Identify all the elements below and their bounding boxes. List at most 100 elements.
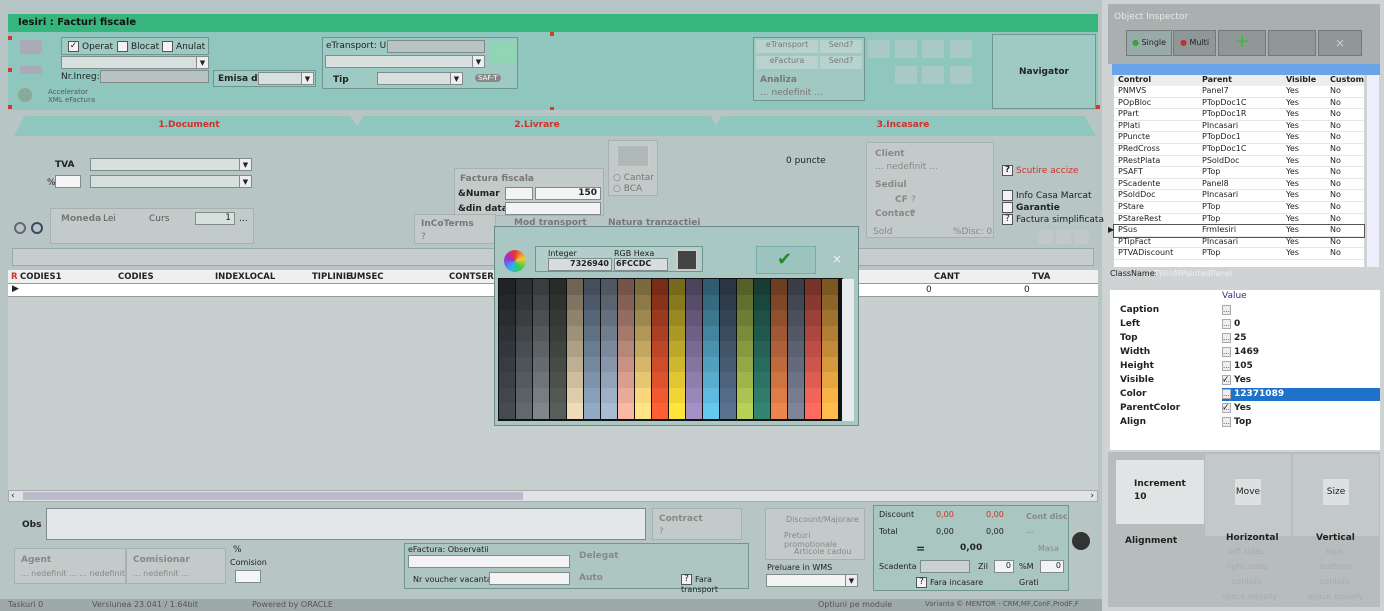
blocat-checkbox[interactable]: Blocat bbox=[117, 41, 159, 52]
color-swatch[interactable] bbox=[805, 372, 821, 388]
color-swatch[interactable] bbox=[720, 341, 736, 357]
column-header[interactable]: CANT bbox=[934, 272, 960, 282]
color-swatch[interactable] bbox=[652, 387, 668, 404]
color-swatch[interactable] bbox=[584, 403, 600, 419]
table-row[interactable]: PNMVS Panel7 Yes No bbox=[1114, 86, 1364, 98]
color-swatch[interactable] bbox=[550, 294, 566, 311]
color-swatch[interactable] bbox=[567, 310, 583, 326]
table-row[interactable]: PStare PTop Yes No bbox=[1114, 202, 1364, 214]
color-swatch[interactable] bbox=[652, 403, 668, 419]
color-swatch[interactable] bbox=[754, 403, 770, 419]
checkbox-icon[interactable]: ✓ bbox=[1222, 403, 1230, 413]
optiuni-module-status[interactable]: Optiuni pe module bbox=[818, 600, 892, 609]
property-row[interactable]: Align … Top bbox=[1110, 416, 1380, 430]
scrollbar-thumb[interactable] bbox=[23, 492, 523, 500]
color-swatch[interactable] bbox=[516, 294, 532, 311]
ellipsis-button[interactable]: … bbox=[1222, 389, 1231, 399]
color-swatch[interactable] bbox=[737, 279, 753, 295]
table-row[interactable]: PPlati PIncasari Yes No bbox=[1114, 121, 1364, 133]
color-swatch[interactable] bbox=[805, 403, 821, 419]
scutire-accize-checkbox[interactable]: ? Scutire accize bbox=[1002, 165, 1078, 176]
color-swatch[interactable] bbox=[533, 325, 549, 342]
color-swatch[interactable] bbox=[703, 387, 719, 404]
controls-scrollbar[interactable] bbox=[1367, 75, 1379, 267]
property-row[interactable]: ParentColor… ✓ Yes bbox=[1110, 402, 1380, 416]
bca-radio[interactable]: ○ BCA bbox=[613, 184, 642, 194]
color-swatch[interactable] bbox=[635, 310, 651, 326]
color-swatch[interactable] bbox=[754, 356, 770, 373]
color-swatch[interactable] bbox=[788, 372, 804, 388]
articole-cadou-button[interactable]: Articole cadou bbox=[794, 547, 851, 556]
align-h-centers[interactable]: centers bbox=[1232, 577, 1262, 586]
ellipsis-button[interactable]: … bbox=[1222, 319, 1231, 329]
column-header[interactable]: Custom bbox=[1330, 75, 1364, 84]
property-row[interactable]: Width … 1469 bbox=[1110, 346, 1380, 360]
color-swatch[interactable] bbox=[635, 294, 651, 311]
color-swatch[interactable] bbox=[703, 279, 719, 295]
color-swatch[interactable] bbox=[499, 356, 515, 373]
color-swatch[interactable] bbox=[669, 356, 685, 373]
color-swatch[interactable] bbox=[737, 403, 753, 419]
property-value-cell[interactable]: … 1469 bbox=[1222, 346, 1380, 359]
taskuri-status[interactable]: Taskuri 0 bbox=[8, 600, 43, 609]
color-swatch[interactable] bbox=[584, 341, 600, 357]
color-swatch[interactable] bbox=[720, 387, 736, 404]
property-row[interactable]: Caption… bbox=[1110, 304, 1380, 318]
etransport-button[interactable]: eTransport bbox=[756, 40, 818, 53]
percent-m-input[interactable]: 0 bbox=[1040, 560, 1064, 573]
color-swatch[interactable] bbox=[686, 387, 702, 404]
table-row[interactable]: PPuncte PTopDoc1 Yes No bbox=[1114, 132, 1364, 144]
column-header[interactable]: INDEXLOCAL bbox=[215, 272, 275, 282]
navigator-button[interactable]: Navigator bbox=[992, 34, 1096, 109]
color-swatch[interactable] bbox=[635, 279, 651, 295]
color-swatch[interactable] bbox=[788, 310, 804, 326]
color-swatch[interactable] bbox=[703, 341, 719, 357]
column-header[interactable]: CONTSERV bbox=[449, 272, 500, 282]
ellipsis-button[interactable]: … bbox=[1222, 417, 1231, 427]
color-swatch[interactable] bbox=[635, 403, 651, 419]
column-header[interactable]: CODIES bbox=[118, 272, 154, 282]
color-swatch[interactable] bbox=[771, 372, 787, 388]
property-row[interactable]: Left … 0 bbox=[1110, 318, 1380, 332]
search-icon[interactable] bbox=[14, 222, 26, 234]
color-swatch[interactable] bbox=[822, 403, 838, 419]
color-swatch[interactable] bbox=[652, 341, 668, 357]
property-row[interactable]: Color … 12371089 bbox=[1110, 388, 1380, 402]
color-swatch[interactable] bbox=[533, 310, 549, 326]
color-swatch[interactable] bbox=[703, 356, 719, 373]
column-header[interactable]: CODIES1 bbox=[20, 272, 62, 282]
column-header[interactable]: Control bbox=[1118, 75, 1151, 84]
color-swatch[interactable] bbox=[550, 372, 566, 388]
obs-input[interactable] bbox=[46, 508, 646, 540]
color-swatch[interactable] bbox=[550, 341, 566, 357]
align-right-sides[interactable]: right sides bbox=[1226, 562, 1268, 571]
color-swatch[interactable] bbox=[652, 356, 668, 373]
color-swatch[interactable] bbox=[601, 356, 617, 373]
agent-value[interactable]: ... nedefinit ... ... nedefinit ... bbox=[21, 569, 135, 578]
table-row[interactable]: PScadente Panel8 Yes No bbox=[1114, 179, 1364, 191]
confirm-button[interactable]: ✔ bbox=[756, 246, 816, 274]
color-swatch[interactable] bbox=[584, 372, 600, 388]
color-swatch[interactable] bbox=[805, 341, 821, 357]
color-swatch[interactable] bbox=[805, 356, 821, 373]
table-row[interactable]: PRestPlata PSoldDoc Yes No bbox=[1114, 156, 1364, 168]
table-row[interactable]: PRedCross PTopDoc1C Yes No bbox=[1114, 144, 1364, 156]
cantar-radio[interactable]: ○ Cantar bbox=[613, 173, 654, 183]
tab-incasare[interactable]: 3.Incasare bbox=[710, 116, 1096, 136]
tip-select[interactable]: ▼ bbox=[377, 72, 463, 85]
toolbar-icon[interactable] bbox=[950, 40, 972, 58]
color-swatch[interactable] bbox=[822, 325, 838, 342]
color-swatch[interactable] bbox=[737, 387, 753, 404]
document-type-select[interactable]: ▼ bbox=[61, 56, 209, 69]
color-swatch[interactable] bbox=[737, 341, 753, 357]
color-swatch[interactable] bbox=[550, 403, 566, 419]
contact-value[interactable]: ? bbox=[911, 209, 916, 219]
color-swatch[interactable] bbox=[533, 356, 549, 373]
color-swatch[interactable] bbox=[720, 325, 736, 342]
color-swatch[interactable] bbox=[550, 279, 566, 295]
table-row[interactable]: PSus FrmIesiri Yes No ▶ bbox=[1108, 224, 1365, 238]
column-header[interactable]: TVA bbox=[1032, 272, 1050, 282]
color-swatch[interactable] bbox=[499, 310, 515, 326]
tva-select[interactable]: ▼ bbox=[90, 158, 252, 171]
serie-input[interactable] bbox=[505, 187, 533, 200]
